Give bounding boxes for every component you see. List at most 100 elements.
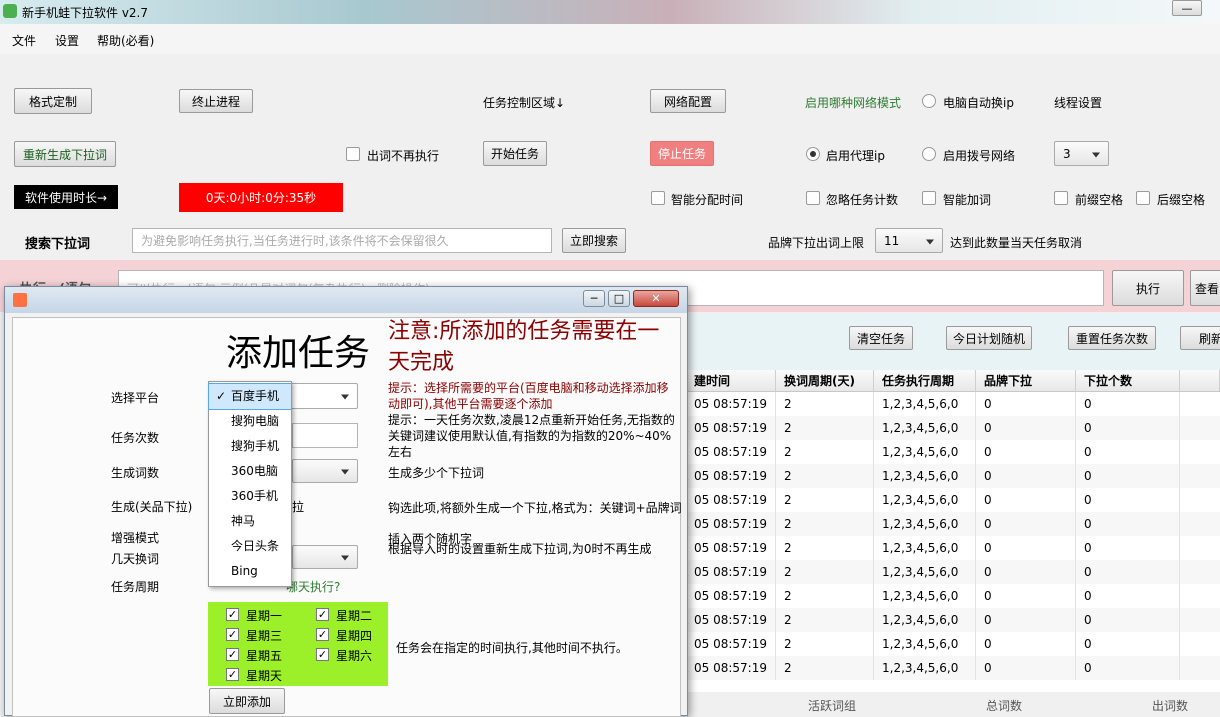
- menu-help[interactable]: 帮助(必看): [97, 32, 154, 49]
- prefix-space-checkbox[interactable]: [1054, 191, 1068, 205]
- thread-select[interactable]: 3: [1054, 141, 1109, 166]
- platform-option[interactable]: 今日头条: [209, 534, 291, 559]
- cell-created: 05 08:57:19: [686, 608, 776, 632]
- table-row[interactable]: 05 08:57:19 2 1,2,3,4,5,6,0 0 0: [686, 608, 1220, 632]
- gen-select[interactable]: [292, 459, 358, 483]
- platform-label: 选择平台: [111, 391, 160, 405]
- search-button[interactable]: 立即搜索: [562, 228, 626, 253]
- suffix-space-checkbox[interactable]: [1136, 191, 1150, 205]
- query-button[interactable]: 查看: [1190, 270, 1220, 306]
- table-row[interactable]: 05 08:57:19 2 1,2,3,4,5,6,0 0 0: [686, 656, 1220, 680]
- gen-hint: 生成多少个下拉词: [388, 466, 485, 480]
- platform-hint: 提示：选择所需要的平台(百度电脑和移动选择添加移动即可),其他平台需要逐个添加: [388, 381, 669, 411]
- regen-button[interactable]: 重新生成下拉词: [14, 141, 116, 167]
- count-hint: 提示：一天任务次数,凌晨12点重新开始任务,无指数的关键词建议使用默认值,有指数…: [388, 413, 675, 459]
- cell-created: 05 08:57:19: [686, 464, 776, 488]
- count-label: 任务次数: [111, 431, 160, 445]
- table-row[interactable]: 05 08:57:19 2 1,2,3,4,5,6,0 0 0: [686, 536, 1220, 560]
- no-repeat-checkbox[interactable]: [346, 147, 360, 161]
- start-task-button[interactable]: 开始任务: [483, 141, 547, 166]
- smart-time-label: 智能分配时间: [671, 193, 744, 207]
- weekday-checkbox[interactable]: ✓: [226, 608, 239, 621]
- table-footer: 活跃词组 总词数 出词数: [686, 692, 1220, 713]
- weekday-checkbox[interactable]: ✓: [316, 628, 329, 641]
- table-row[interactable]: 05 08:57:19 2 1,2,3,4,5,6,0 0 0: [686, 416, 1220, 440]
- weekday-checkbox[interactable]: ✓: [316, 608, 329, 621]
- menu-settings[interactable]: 设置: [55, 32, 79, 49]
- dialup-radio[interactable]: [922, 147, 936, 161]
- table-row[interactable]: 05 08:57:19 2 1,2,3,4,5,6,0 0 0: [686, 488, 1220, 512]
- weekday-checkbox[interactable]: ✓: [226, 648, 239, 661]
- weekday-label: 星期一: [246, 609, 283, 623]
- reset-count-button[interactable]: 重置任务次数: [1068, 326, 1156, 350]
- platform-option[interactable]: Bing: [209, 559, 291, 584]
- smart-time-checkbox[interactable]: [651, 191, 665, 205]
- platform-option[interactable]: 神马: [209, 509, 291, 534]
- table-row[interactable]: 05 08:57:19 2 1,2,3,4,5,6,0 0 0: [686, 464, 1220, 488]
- stop-process-button[interactable]: 终止进程: [179, 89, 253, 113]
- table-row[interactable]: 05 08:57:19 2 1,2,3,4,5,6,0 0 0: [686, 392, 1220, 416]
- cell-exec-cycle: 1,2,3,4,5,6,0: [874, 440, 976, 464]
- cycle-label: 任务周期: [111, 580, 160, 594]
- table-header-created: 建时间: [686, 370, 776, 392]
- table-row[interactable]: 05 08:57:19 2 1,2,3,4,5,6,0 0 0: [686, 560, 1220, 584]
- menu-file[interactable]: 文件: [12, 32, 36, 49]
- smart-add-checkbox[interactable]: [922, 191, 936, 205]
- random-plan-button[interactable]: 今日计划随机: [946, 326, 1032, 350]
- cell-brand: 0: [976, 416, 1076, 440]
- platform-option[interactable]: 360手机: [209, 484, 291, 509]
- cell-exec-cycle: 1,2,3,4,5,6,0: [874, 416, 976, 440]
- count-input[interactable]: [292, 423, 358, 448]
- clear-tasks-button[interactable]: 清空任务: [849, 326, 913, 350]
- table-row[interactable]: 05 08:57:19 2 1,2,3,4,5,6,0 0 0: [686, 632, 1220, 656]
- platform-option[interactable]: ✓ 百度手机: [208, 383, 292, 410]
- stop-task-button[interactable]: 停止任务: [650, 141, 714, 166]
- network-config-button[interactable]: 网络配置: [650, 89, 726, 113]
- cycle-question: 哪天执行?: [286, 580, 341, 594]
- suffix-space-label: 后缀空格: [1157, 193, 1206, 207]
- dialog-minimize-button[interactable]: ─: [583, 290, 605, 307]
- add-now-button[interactable]: 立即添加: [209, 688, 285, 714]
- minimize-button[interactable]: —: [1172, 0, 1202, 16]
- weekday-checkbox[interactable]: ✓: [316, 648, 329, 661]
- cell-created: 05 08:57:19: [686, 632, 776, 656]
- dialog-heading: 添加任务: [226, 333, 371, 374]
- dialog-close-button[interactable]: ✕: [633, 290, 679, 307]
- chevron-down-icon: [1092, 152, 1100, 157]
- platform-option[interactable]: 搜狗手机: [209, 434, 291, 459]
- proxy-radio[interactable]: [806, 147, 820, 161]
- auto-ip-radio[interactable]: [922, 94, 936, 108]
- cell-exec-cycle: 1,2,3,4,5,6,0: [874, 464, 976, 488]
- cell-count: 0: [1076, 488, 1180, 512]
- weekday-label: 星期三: [246, 629, 283, 643]
- days-select[interactable]: [292, 545, 358, 569]
- cell-count: 0: [1076, 464, 1180, 488]
- weekday-checkbox[interactable]: ✓: [226, 628, 239, 641]
- dialog-title-bar: ─ □ ✕: [5, 287, 687, 313]
- search-input[interactable]: 为避免影响任务执行,当任务进行时,该条件将不会保留很久: [132, 228, 552, 253]
- table-row[interactable]: 05 08:57:19 2 1,2,3,4,5,6,0 0 0: [686, 584, 1220, 608]
- format-button[interactable]: 格式定制: [14, 88, 92, 114]
- cell-created: 05 08:57:19: [686, 656, 776, 680]
- table-row[interactable]: 05 08:57:19 2 1,2,3,4,5,6,0 0 0: [686, 440, 1220, 464]
- platform-option-label: 360手机: [231, 489, 278, 503]
- brand-limit-note: 达到此数量当天任务取消: [950, 236, 1083, 250]
- brand-limit-select[interactable]: 11: [875, 228, 943, 253]
- cell-cycle-days: 2: [776, 608, 874, 632]
- cell-exec-cycle: 1,2,3,4,5,6,0: [874, 512, 976, 536]
- chevron-down-icon: [926, 239, 934, 244]
- cell-cycle-days: 2: [776, 560, 874, 584]
- dialog-maximize-button[interactable]: □: [608, 290, 630, 307]
- ignore-count-checkbox[interactable]: [806, 191, 820, 205]
- refresh-button[interactable]: 刷新: [1180, 326, 1220, 350]
- table-row[interactable]: 05 08:57:19 2 1,2,3,4,5,6,0 0 0: [686, 512, 1220, 536]
- dialog-notice: 注意:所添加的任务需要在一天完成: [388, 319, 660, 375]
- weekday-checkbox[interactable]: ✓: [226, 668, 239, 681]
- exec-button[interactable]: 执行: [1112, 270, 1184, 306]
- platform-option[interactable]: 搜狗电脑: [209, 409, 291, 434]
- cell-created: 05 08:57:19: [686, 440, 776, 464]
- platform-option[interactable]: 360电脑: [209, 459, 291, 484]
- cell-brand: 0: [976, 536, 1076, 560]
- cell-brand: 0: [976, 488, 1076, 512]
- footer-active-groups: 活跃词组: [808, 699, 857, 713]
